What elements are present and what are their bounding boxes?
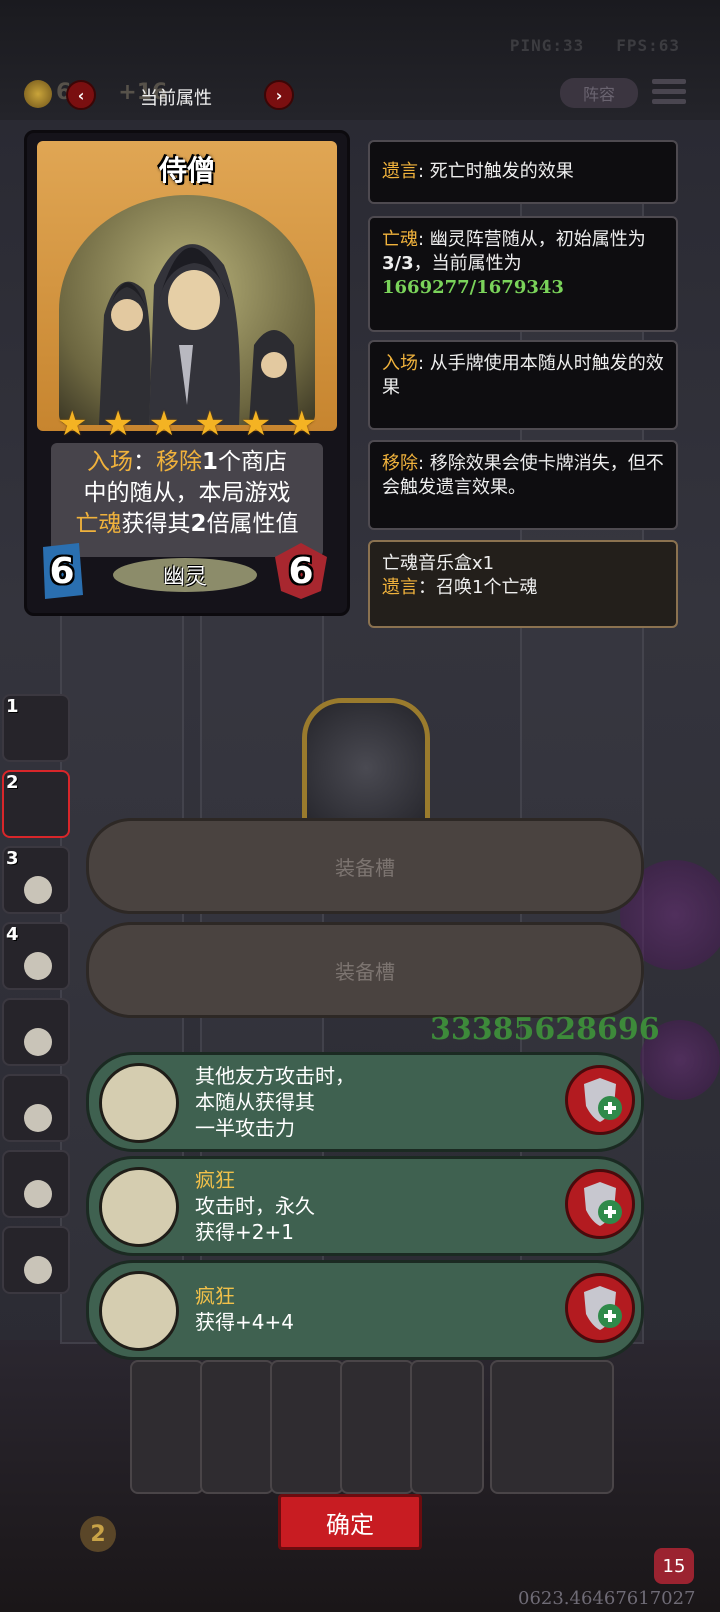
bottom-score: 0623.46467617027 — [518, 1588, 696, 1609]
roster-slot[interactable] — [2, 1150, 70, 1218]
next-arrow-button[interactable]: › — [264, 80, 294, 110]
star-icon: ★ — [240, 404, 272, 444]
roster-slot[interactable] — [2, 1074, 70, 1142]
card-description: 入场：移除1个商店 中的随从，本局游戏 亡魂获得其2倍属性值 — [51, 443, 323, 557]
star-rating: ★ ★ ★ ★ ★ ★ — [57, 407, 317, 441]
star-icon: ★ — [57, 404, 88, 444]
board-score: 33385628696 — [430, 1012, 660, 1047]
roster-slot[interactable]: 3 — [2, 846, 70, 914]
equipment-slot[interactable]: 装备槽 — [86, 818, 644, 914]
equip-shield-add-button[interactable] — [565, 1169, 635, 1239]
roster-slot[interactable]: 4 — [2, 922, 70, 990]
prev-arrow-button[interactable]: ‹ — [66, 80, 96, 110]
player-level-badge: 2 — [80, 1516, 116, 1552]
player-hp-badge: 15 — [654, 1548, 694, 1584]
tooltip-item: 亡魂音乐盒x1 遗言：召唤1个亡魂 — [368, 540, 678, 628]
tooltip-remove: 移除: 移除效果会使卡牌消失，但不会触发遗言效果。 — [368, 440, 678, 530]
skull-icon — [24, 952, 52, 980]
star-icon: ★ — [148, 404, 180, 444]
card-frame: 侍僧 — [37, 141, 337, 431]
minion-portrait — [302, 698, 430, 838]
crossed-blades-icon — [99, 1167, 179, 1247]
skull-icon — [24, 1028, 52, 1056]
roster-slot[interactable]: 1 — [2, 694, 70, 762]
health-gem-icon: 6 — [275, 543, 327, 599]
shield-plus-icon — [584, 1182, 622, 1226]
confirm-button[interactable]: 确定 — [278, 1494, 422, 1550]
hand-card[interactable] — [490, 1360, 614, 1494]
shield-plus-icon — [584, 1286, 622, 1330]
lineup-button[interactable]: 阵容 — [560, 78, 638, 108]
skill-row[interactable]: 疯狂 获得+4+4 — [86, 1260, 644, 1360]
shield-plus-icon — [584, 1078, 622, 1122]
hooded-acolytes-illustration — [99, 244, 299, 425]
tooltip-battlecry: 入场: 从手牌使用本随从时触发的效果 — [368, 340, 678, 430]
star-icon: ★ — [194, 404, 226, 444]
roster-slot-selected[interactable]: 2 — [2, 770, 70, 838]
equip-shield-add-button[interactable] — [565, 1273, 635, 1343]
hand-card[interactable] — [340, 1360, 414, 1494]
tooltip-deathrattle: 遗言: 死亡时触发的效果 — [368, 140, 678, 204]
hand-card[interactable] — [130, 1360, 204, 1494]
skull-icon — [24, 1180, 52, 1208]
gold-coin-icon — [24, 80, 52, 108]
attribute-title: 当前属性 — [140, 88, 212, 109]
health-value: 6 — [288, 551, 314, 592]
staff-icon — [99, 1063, 179, 1143]
skull-icon — [24, 876, 52, 904]
attack-value: 6 — [49, 551, 75, 592]
star-icon: ★ — [102, 404, 134, 444]
card-art — [59, 195, 315, 425]
roster-slot[interactable] — [2, 1226, 70, 1294]
hand-card[interactable] — [410, 1360, 484, 1494]
lightning-shield-icon — [99, 1271, 179, 1351]
skull-icon — [24, 1256, 52, 1284]
star-icon: ★ — [286, 404, 317, 444]
tooltip-spirit: 亡魂: 幽灵阵营随从，初始属性为 3/3，当前属性为 1669277/16793… — [368, 216, 678, 332]
skill-row[interactable]: 其他友方攻击时， 本随从获得其 一半攻击力 — [86, 1052, 644, 1152]
tribe-label: 幽灵 — [113, 558, 257, 592]
card-name: 侍僧 — [158, 154, 215, 187]
attack-gem-icon: 6 — [39, 543, 85, 599]
equipment-slot[interactable]: 装备槽 — [86, 922, 644, 1018]
equip-shield-add-button[interactable] — [565, 1065, 635, 1135]
hand-card[interactable] — [200, 1360, 274, 1494]
menu-icon[interactable] — [652, 74, 686, 108]
minion-card: 侍僧 ★ ★ ★ ★ ★ ★ 入场：移除1个商店 中的随从，本局游戏 亡魂获得其… — [24, 130, 350, 616]
skull-icon — [24, 1104, 52, 1132]
roster-slot[interactable] — [2, 998, 70, 1066]
hand-card[interactable] — [270, 1360, 344, 1494]
ping-fps-readout: PING:33 FPS:63 — [509, 36, 680, 55]
skill-row[interactable]: 疯狂 攻击时，永久 获得+2+1 — [86, 1156, 644, 1256]
